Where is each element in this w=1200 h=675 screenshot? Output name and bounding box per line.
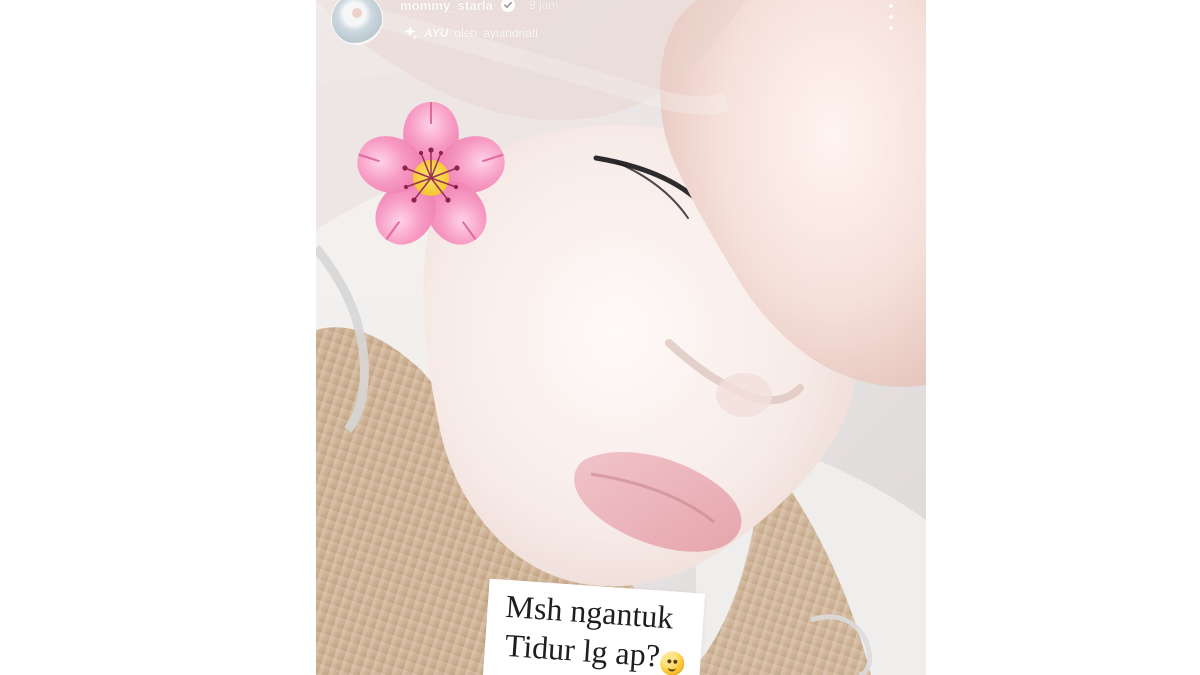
text-sticker: Msh ngantuk Tidur lg ap? [482,578,706,675]
emoji-mouth [667,665,677,672]
smiling-face-icon [659,650,686,675]
page: mommy_starla 9 jam AYU oleh ayuindriati [0,0,1200,675]
profile-avatar[interactable] [332,0,382,44]
sparkle-icon [404,26,418,40]
username[interactable]: mommy_starla [400,0,493,13]
effect-attribution[interactable]: AYU oleh ayuindriati [402,25,538,41]
more-dot [889,4,893,8]
sticker-line-2: Tidur lg ap? [503,626,662,674]
effect-name: AYU [424,26,449,40]
story-header: mommy_starla 9 jam AYU oleh ayuindriati [316,0,926,60]
more-dot [889,15,893,19]
cherry-blossom-icon [357,102,505,245]
user-row: mommy_starla 9 jam [400,0,558,13]
effect-author: ayuindriati [483,26,538,40]
effect-by-label: oleh [454,26,478,40]
more-options-icon[interactable] [886,4,896,30]
more-dot [889,26,893,30]
verified-check-icon [500,0,515,12]
story-viewer[interactable]: mommy_starla 9 jam AYU oleh ayuindriati [316,0,926,675]
story-timestamp: 9 jam [528,0,559,12]
